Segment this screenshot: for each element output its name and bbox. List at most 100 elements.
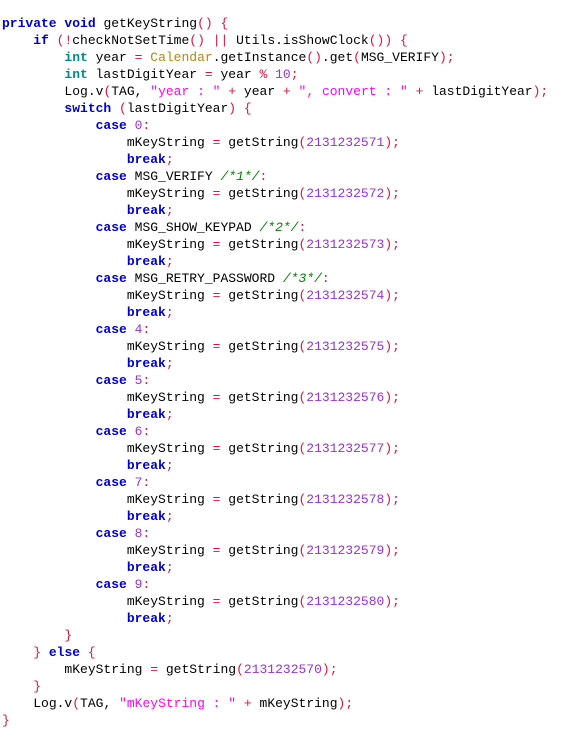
code-line: case 4:: [2, 321, 570, 338]
code-line: Log.v(TAG, "year : " + year + ", convert…: [2, 83, 570, 100]
code-token-pun: );: [384, 135, 400, 150]
code-token-id: MSG_VERIFY: [126, 169, 221, 184]
code-token-id: getString: [220, 441, 299, 456]
code-token-id: [127, 118, 135, 133]
code-token-kw: break: [126, 152, 166, 167]
code-token-num: 2131232580: [306, 594, 385, 609]
code-token-id: [236, 101, 244, 116]
code-token-id: getString: [220, 237, 299, 252]
code-token-pun: }: [33, 645, 42, 660]
code-token-pun: :: [321, 271, 330, 286]
code-token-pun: :: [142, 322, 151, 337]
code-token-id: TAG,: [80, 696, 120, 711]
code-token-kw: break: [126, 509, 166, 524]
code-line: }: [2, 678, 570, 695]
code-token-pun: +: [282, 84, 291, 99]
code-token-pun: }: [33, 679, 42, 694]
code-token-id: [127, 424, 135, 439]
code-token-pun: );: [384, 237, 400, 252]
code-token-id: Log.v: [64, 84, 104, 99]
code-line: mKeyString = getString(2131232570);: [2, 661, 570, 678]
code-token-pun: (): [306, 50, 322, 65]
code-line: case 7:: [2, 474, 570, 491]
code-token-pun: :: [259, 169, 268, 184]
code-token-num: 2131232579: [306, 543, 385, 558]
code-line: case 6:: [2, 423, 570, 440]
code-token-id: mKeyString: [126, 390, 213, 405]
code-token-pun: ;: [165, 611, 174, 626]
code-token-id: TAG,: [111, 84, 151, 99]
code-line: mKeyString = getString(2131232577);: [2, 440, 570, 457]
code-token-pun: (: [236, 662, 244, 677]
code-token-id: Utils.isShowClock: [228, 33, 369, 48]
code-line: break;: [2, 253, 570, 270]
code-line: break;: [2, 457, 570, 474]
code-line: break;: [2, 151, 570, 168]
code-token-kw: else: [48, 645, 81, 660]
code-token-id: Log.v: [33, 696, 73, 711]
code-token-str: ", convert : ": [298, 84, 408, 99]
code-token-id: mKeyString: [64, 662, 151, 677]
code-token-cls: Calendar: [150, 50, 213, 65]
code-token-pun: =: [150, 662, 159, 677]
code-token-id: year: [87, 50, 135, 65]
code-token-pun: ;: [165, 458, 174, 473]
code-line: case 9:: [2, 576, 570, 593]
code-token-pun: ;: [165, 203, 174, 218]
code-token-num: 2131232575: [306, 339, 385, 354]
code-token-pun: ||: [212, 33, 229, 48]
code-token-id: [127, 577, 135, 592]
code-token-kw: case: [95, 322, 127, 337]
code-token-kw: break: [126, 305, 166, 320]
code-token-pun: ;: [165, 305, 174, 320]
code-token-id: [267, 67, 275, 82]
code-token-num: 2131232574: [306, 288, 385, 303]
code-token-id: [49, 33, 57, 48]
code-line: break;: [2, 304, 570, 321]
code-token-kw: break: [126, 611, 166, 626]
code-token-id: mKeyString: [126, 135, 213, 150]
code-line: mKeyString = getString(2131232571);: [2, 134, 570, 151]
code-token-kw: break: [126, 458, 166, 473]
code-token-pun: :: [298, 220, 307, 235]
code-line: private void getKeyString() {: [2, 15, 570, 32]
code-token-pun: :: [142, 424, 151, 439]
code-token-kw: private: [2, 16, 57, 31]
code-token-num: 2131232573: [306, 237, 385, 252]
code-line: int year = Calendar.getInstance().get(MS…: [2, 49, 570, 66]
code-line: switch (lastDigitYear) {: [2, 100, 570, 117]
code-token-id: MSG_RETRY_PASSWORD: [126, 271, 283, 286]
code-token-id: getString: [220, 543, 299, 558]
code-line: if (!checkNotSetTime() || Utils.isShowCl…: [2, 32, 570, 49]
code-line: } else {: [2, 644, 570, 661]
code-token-num: 2131232578: [306, 492, 385, 507]
code-line: break;: [2, 559, 570, 576]
code-token-pun: );: [384, 288, 400, 303]
code-line: break;: [2, 610, 570, 627]
code-token-id: getString: [220, 594, 299, 609]
code-token-pun: {: [399, 33, 408, 48]
code-token-pun: :: [142, 373, 151, 388]
code-token-id: mKeyString: [251, 696, 338, 711]
code-token-id: [408, 84, 416, 99]
code-listing[interactable]: private void getKeyString() { if (!check…: [0, 13, 570, 729]
code-token-id: getString: [220, 135, 299, 150]
code-token-pun: :: [142, 526, 151, 541]
code-token-id: [236, 696, 244, 711]
code-token-pun: +: [243, 696, 252, 711]
